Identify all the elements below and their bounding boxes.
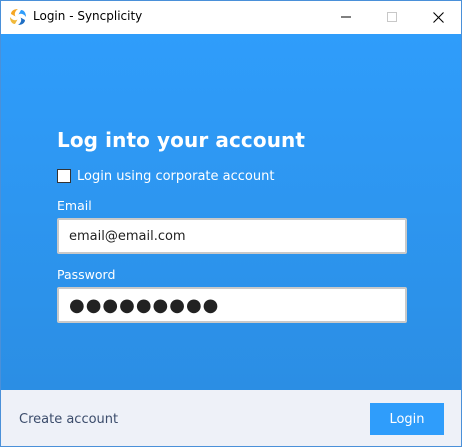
minimize-icon: [341, 16, 351, 18]
close-button[interactable]: [415, 1, 461, 33]
syncplicity-logo-icon: [10, 9, 26, 25]
login-window: Login - Syncplicity Log into your accoun…: [0, 0, 462, 447]
corporate-account-label[interactable]: Login using corporate account: [77, 169, 274, 184]
maximize-button[interactable]: [369, 1, 415, 33]
maximize-icon: [387, 12, 397, 22]
minimize-button[interactable]: [323, 1, 369, 33]
footer-bar: Create account Login: [1, 390, 461, 446]
password-label: Password: [57, 267, 116, 282]
title-bar[interactable]: Login - Syncplicity: [1, 1, 461, 34]
close-icon: [432, 11, 444, 23]
email-label: Email: [57, 198, 92, 213]
corporate-account-option[interactable]: Login using corporate account: [57, 168, 274, 184]
window-title: Login - Syncplicity: [33, 9, 143, 23]
create-account-link[interactable]: Create account: [19, 412, 118, 427]
login-panel: Log into your account Login using corpor…: [1, 34, 461, 390]
corporate-account-checkbox[interactable]: [57, 169, 71, 183]
email-field[interactable]: email@email.com: [57, 218, 407, 254]
page-title: Log into your account: [57, 128, 306, 152]
password-field[interactable]: ●●●●●●●●●: [57, 287, 407, 323]
login-button[interactable]: Login: [370, 403, 444, 435]
